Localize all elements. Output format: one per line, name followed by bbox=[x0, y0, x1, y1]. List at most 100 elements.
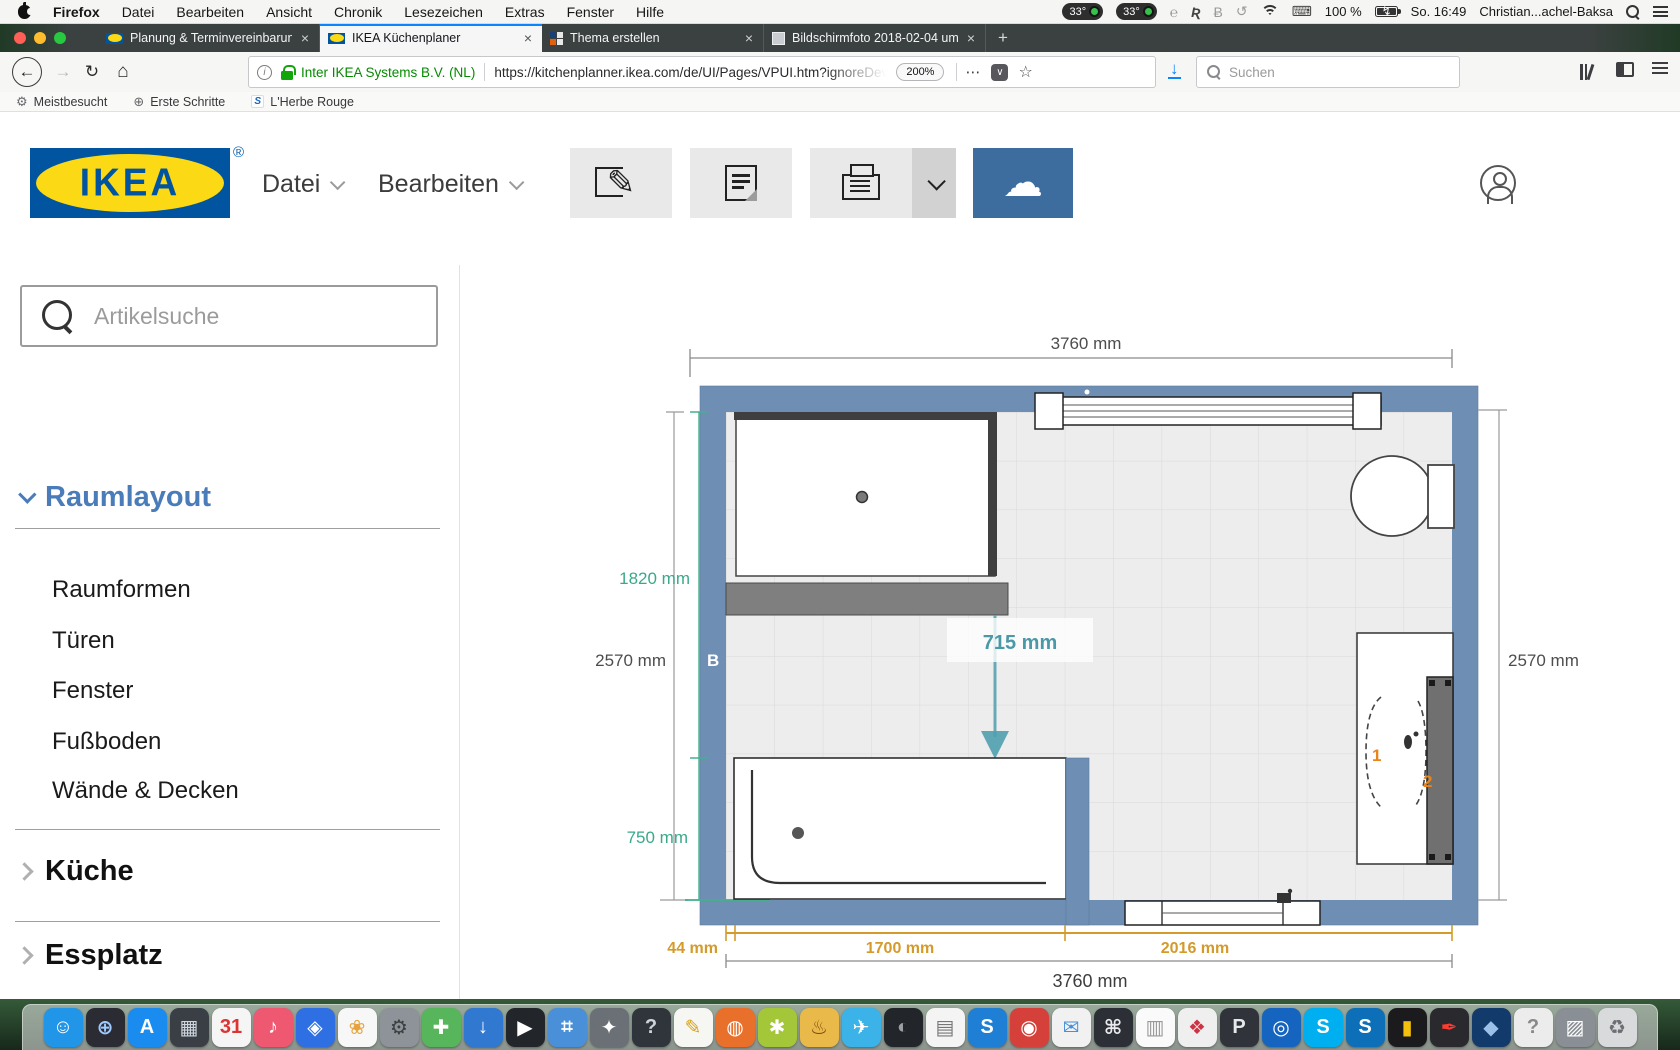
ssl-certificate-name[interactable]: Inter IKEA Systems B.V. (NL) bbox=[301, 65, 475, 80]
dock-icon[interactable]: A bbox=[128, 1008, 167, 1047]
dock-icon[interactable]: ✱ bbox=[758, 1008, 797, 1047]
dock-icon[interactable]: ⌗ bbox=[548, 1008, 587, 1047]
eject-menu-icon[interactable]: ℮ bbox=[1170, 4, 1178, 20]
tab-planung[interactable]: Planung & Terminvereinbarung × bbox=[98, 24, 320, 52]
sidebar-section-kueche[interactable]: Küche bbox=[18, 855, 134, 888]
sidebar-item-tueren[interactable]: Türen bbox=[52, 627, 115, 655]
window-close-button[interactable] bbox=[14, 32, 26, 44]
dock-icon[interactable]: ⊕ bbox=[86, 1008, 125, 1047]
sidebar-item-fenster[interactable]: Fenster bbox=[52, 677, 133, 705]
dock-icon[interactable]: ◐ bbox=[884, 1008, 923, 1047]
wifi-menu-icon[interactable] bbox=[1261, 5, 1279, 18]
tab-bildschirmfoto[interactable]: Bildschirmfoto 2018-02-04 um × bbox=[764, 24, 986, 52]
dock-icon[interactable]: ⌘ bbox=[1094, 1008, 1133, 1047]
menu-bearbeiten[interactable]: Bearbeiten bbox=[176, 4, 244, 20]
hamburger-menu-icon[interactable] bbox=[1652, 62, 1668, 74]
dock-icon[interactable]: ▦ bbox=[170, 1008, 209, 1047]
dock-icon[interactable]: ✉ bbox=[1052, 1008, 1091, 1047]
forward-button[interactable]: → bbox=[52, 62, 74, 82]
dock-icon[interactable]: ◈ bbox=[296, 1008, 335, 1047]
app-menu-datei[interactable]: Datei bbox=[262, 169, 341, 199]
plan-object-bathtub[interactable] bbox=[734, 758, 1066, 899]
menu-ansicht[interactable]: Ansicht bbox=[266, 4, 312, 20]
dock-icon[interactable]: ❀ bbox=[338, 1008, 377, 1047]
plan-wall-stub[interactable] bbox=[1066, 758, 1089, 925]
tab-close-icon[interactable]: × bbox=[743, 30, 755, 46]
dock-icon[interactable]: P bbox=[1220, 1008, 1259, 1047]
sidebar-item-fussboden[interactable]: Fußboden bbox=[52, 728, 161, 756]
dock-icon[interactable]: 31 bbox=[212, 1008, 251, 1047]
sidebar-item-raumformen[interactable]: Raumformen bbox=[52, 576, 191, 604]
sidebar-section-raumlayout[interactable]: Raumlayout bbox=[18, 481, 211, 514]
keyboard-menu-icon[interactable]: ⌨ bbox=[1292, 3, 1312, 20]
tab-ikea-kuechenplaner[interactable]: IKEA Küchenplaner × bbox=[320, 24, 542, 52]
bluetooth-menu-icon[interactable]: Ƀ bbox=[1214, 4, 1223, 20]
app-menu-bearbeiten[interactable]: Bearbeiten bbox=[378, 169, 520, 199]
dock-icon[interactable]: ✈ bbox=[842, 1008, 881, 1047]
browser-search-bar[interactable]: Suchen bbox=[1196, 56, 1460, 88]
profile-account-icon[interactable] bbox=[1480, 165, 1516, 201]
dock-icon[interactable]: ▨ bbox=[1556, 1008, 1595, 1047]
dock-icon[interactable]: ↓ bbox=[464, 1008, 503, 1047]
dock-icon[interactable]: S bbox=[1304, 1008, 1343, 1047]
reload-button[interactable]: ↻ bbox=[80, 62, 104, 82]
dock-icon[interactable]: ▤ bbox=[926, 1008, 965, 1047]
menubar-clock[interactable]: So. 16:49 bbox=[1411, 4, 1467, 19]
plan-object-shower-unit[interactable] bbox=[734, 412, 997, 576]
new-tab-button[interactable]: + bbox=[986, 25, 1020, 51]
temperature-widget-2[interactable]: 33° bbox=[1116, 3, 1157, 20]
dock-icon[interactable]: ▥ bbox=[1136, 1008, 1175, 1047]
dock-icon[interactable]: ? bbox=[632, 1008, 671, 1047]
library-icon[interactable] bbox=[1580, 64, 1592, 80]
url-text[interactable]: https://kitchenplanner.ikea.com/de/UI/Pa… bbox=[494, 65, 886, 80]
edit-plan-button[interactable]: ✎ bbox=[570, 148, 672, 218]
bookmark-lherbe-rouge[interactable]: S L'Herbe Rouge bbox=[251, 95, 354, 109]
dock-icon[interactable]: ▮ bbox=[1388, 1008, 1427, 1047]
tab-close-icon[interactable]: × bbox=[299, 30, 311, 46]
dock-icon[interactable]: ▶ bbox=[506, 1008, 545, 1047]
menu-datei[interactable]: Datei bbox=[122, 4, 155, 20]
battery-icon[interactable]: ↯ bbox=[1375, 6, 1398, 17]
tab-close-icon[interactable]: × bbox=[965, 30, 977, 46]
sidebar-item-waende-decken[interactable]: Wände & Decken bbox=[52, 777, 239, 805]
plan-object-toilet[interactable] bbox=[1351, 456, 1454, 536]
url-bar[interactable]: i Inter IKEA Systems B.V. (NL) https://k… bbox=[248, 56, 1156, 88]
menu-lesezeichen[interactable]: Lesezeichen bbox=[404, 4, 483, 20]
page-actions-icon[interactable]: ⋯ bbox=[965, 63, 981, 81]
menu-hilfe[interactable]: Hilfe bbox=[636, 4, 664, 20]
dock-icon[interactable]: S bbox=[1346, 1008, 1385, 1047]
menubar-username[interactable]: Christian...achel-Baksa bbox=[1479, 4, 1613, 19]
dock-icon[interactable]: ◎ bbox=[1262, 1008, 1301, 1047]
menu-chronik[interactable]: Chronik bbox=[334, 4, 382, 20]
dock-icon[interactable]: ◍ bbox=[716, 1008, 755, 1047]
window-minimize-button[interactable] bbox=[34, 32, 46, 44]
downloads-button[interactable]: ↓ bbox=[1168, 61, 1181, 79]
floor-plan-canvas[interactable]: 3760 mm 2570 mm 1820 mm 750 mm 2570 mm bbox=[460, 265, 1680, 999]
save-to-cloud-button[interactable]: ☁ bbox=[973, 148, 1073, 218]
dock-icon[interactable]: ◉ bbox=[1010, 1008, 1049, 1047]
dock-icon[interactable]: ? bbox=[1514, 1008, 1553, 1047]
print-button[interactable] bbox=[810, 148, 956, 218]
timemachine-menu-icon[interactable]: ↺ bbox=[1236, 3, 1248, 20]
dock-icon[interactable]: ◆ bbox=[1472, 1008, 1511, 1047]
dock-icon[interactable]: ♻ bbox=[1598, 1008, 1637, 1047]
antivirus-menu-icon[interactable]: Ʀ bbox=[1191, 4, 1200, 20]
print-dropdown-button[interactable] bbox=[912, 148, 956, 218]
bookmark-meistbesucht[interactable]: ⚙ Meistbesucht bbox=[16, 94, 107, 110]
home-button[interactable]: ⌂ bbox=[110, 61, 136, 83]
notes-button[interactable] bbox=[690, 148, 792, 218]
back-button[interactable]: ← bbox=[12, 57, 42, 87]
dock-icon[interactable]: ✒ bbox=[1430, 1008, 1469, 1047]
dock-icon[interactable]: ♨ bbox=[800, 1008, 839, 1047]
sidebar-section-essplatz[interactable]: Essplatz bbox=[18, 939, 163, 972]
bookmark-star-icon[interactable]: ☆ bbox=[1018, 62, 1032, 82]
apple-menu-icon[interactable] bbox=[18, 5, 31, 19]
zoom-level-badge[interactable]: 200% bbox=[896, 63, 944, 81]
page-info-icon[interactable]: i bbox=[257, 65, 272, 80]
menu-fenster[interactable]: Fenster bbox=[567, 4, 614, 20]
menu-firefox[interactable]: Firefox bbox=[53, 4, 100, 20]
window-zoom-button[interactable] bbox=[54, 32, 66, 44]
dock-icon[interactable]: ✎ bbox=[674, 1008, 713, 1047]
dock-icon[interactable]: ♪ bbox=[254, 1008, 293, 1047]
tab-close-icon[interactable]: × bbox=[522, 30, 534, 46]
